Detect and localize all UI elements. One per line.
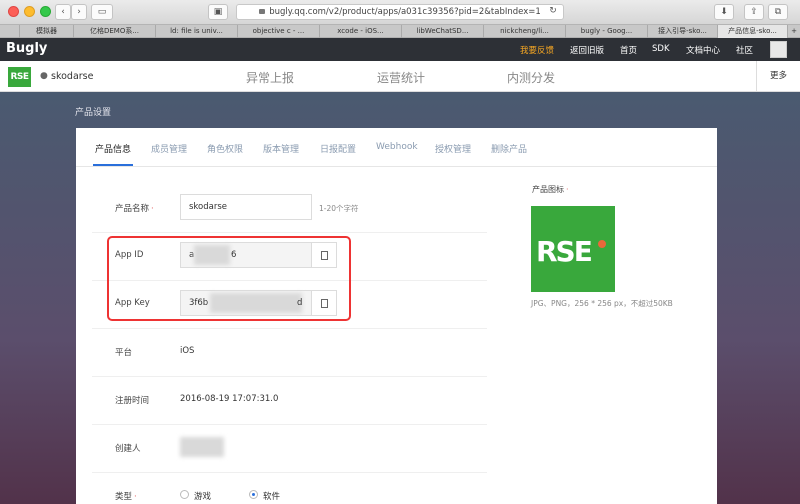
browser-tab[interactable]: 亿格DEMO系... bbox=[74, 25, 156, 38]
required-mark: · bbox=[566, 185, 569, 194]
type-label: 类型 · bbox=[115, 490, 137, 502]
type-label-text: 类型 bbox=[115, 492, 133, 502]
divider bbox=[92, 424, 487, 425]
tab-daily-report[interactable]: 日报配置 bbox=[320, 142, 356, 155]
plus-icon: + bbox=[791, 27, 797, 35]
community-link[interactable]: 社区 bbox=[736, 44, 753, 56]
bugly-top-nav: Bugly 我要反馈 返回旧版 首页 SDK 文档中心 社区 bbox=[0, 38, 800, 61]
tab-product-info[interactable]: 产品信息 bbox=[92, 142, 134, 166]
section-title: 产品设置 bbox=[75, 108, 112, 118]
type-option-game[interactable]: 游戏 bbox=[194, 490, 211, 502]
required-mark: · bbox=[134, 492, 137, 502]
minimize-window-button[interactable] bbox=[24, 6, 35, 17]
browser-tab-strip: 模拟器 亿格DEMO系... ld: file is univ... objec… bbox=[0, 24, 800, 38]
forward-button[interactable]: › bbox=[71, 4, 87, 20]
tab-overview-button[interactable]: ⧉ bbox=[768, 4, 788, 20]
tabs-icon: ⧉ bbox=[774, 7, 782, 17]
sidebar-toggle-button[interactable]: ▭ bbox=[91, 4, 113, 20]
tab-authorization[interactable]: 授权管理 bbox=[435, 142, 471, 155]
redaction-blur bbox=[180, 437, 224, 457]
type-radio-game[interactable] bbox=[180, 490, 189, 499]
creator-label: 创建人 bbox=[115, 444, 141, 454]
more-menu-button[interactable]: 更多 bbox=[756, 61, 800, 92]
tab-beta-distribution[interactable]: 内测分发 bbox=[507, 69, 555, 86]
logo-dot bbox=[598, 240, 606, 248]
product-icon-hint: JPG、PNG，256 * 256 px，不超过50KB bbox=[531, 299, 673, 308]
download-icon: ⬇ bbox=[720, 7, 728, 17]
home-link[interactable]: 首页 bbox=[620, 44, 637, 56]
divider bbox=[92, 232, 487, 233]
product-name-input[interactable]: skodarse bbox=[180, 194, 312, 220]
old-version-link[interactable]: 返回旧版 bbox=[570, 44, 604, 56]
reload-button[interactable]: ↻ bbox=[545, 4, 561, 20]
reload-icon: ↻ bbox=[549, 6, 557, 16]
sidebar-icon: ▭ bbox=[97, 7, 107, 17]
browser-titlebar: ‹ › ▭ ▣ bugly.qq.com/v2/product/apps/a03… bbox=[0, 0, 800, 24]
browser-tab[interactable]: bugly - Goog... bbox=[566, 25, 648, 38]
browser-tab-active[interactable]: 产品信息-sko... bbox=[718, 25, 788, 38]
type-radio-software[interactable] bbox=[249, 490, 258, 499]
bugly-logo[interactable]: Bugly bbox=[6, 41, 47, 56]
tab-delete-product[interactable]: 删除产品 bbox=[491, 142, 527, 155]
feedback-link[interactable]: 我要反馈 bbox=[520, 44, 554, 56]
type-option-software[interactable]: 软件 bbox=[263, 490, 280, 502]
back-button[interactable]: ‹ bbox=[55, 4, 71, 20]
reg-time-value: 2016-08-19 17:07:31.0 bbox=[180, 394, 279, 404]
product-icon-logo-text: RSE bbox=[536, 235, 593, 268]
annotation-highlight-box bbox=[107, 236, 351, 321]
docs-link[interactable]: 文档中心 bbox=[686, 44, 720, 56]
new-tab-button[interactable]: + bbox=[788, 25, 800, 38]
browser-tab[interactable]: 接入引导-sko... bbox=[648, 25, 718, 38]
app-logo[interactable]: RSE bbox=[8, 67, 31, 87]
app-logo-text: RSE bbox=[10, 72, 29, 82]
browser-tab[interactable]: nickcheng/li... bbox=[484, 25, 566, 38]
product-icon-image[interactable]: RSE bbox=[531, 206, 615, 292]
chevron-left-icon: ‹ bbox=[61, 7, 65, 17]
app-header: RSE ● skodarse 异常上报 运营统计 内测分发 更多 bbox=[0, 61, 800, 92]
share-button[interactable]: ⇪ bbox=[744, 4, 764, 20]
zoom-window-button[interactable] bbox=[40, 6, 51, 17]
downloads-button[interactable]: ⬇ bbox=[714, 4, 734, 20]
browser-tab[interactable] bbox=[0, 25, 20, 38]
required-mark: · bbox=[151, 204, 154, 214]
tab-version-management[interactable]: 版本管理 bbox=[263, 142, 299, 155]
tab-role-permissions[interactable]: 角色权限 bbox=[207, 142, 243, 155]
tab-member-management[interactable]: 成员管理 bbox=[151, 142, 187, 155]
tab-crash-report[interactable]: 异常上报 bbox=[246, 69, 294, 86]
url-text: bugly.qq.com/v2/product/apps/a031c39356?… bbox=[269, 7, 541, 17]
divider bbox=[92, 376, 487, 377]
avatar[interactable] bbox=[770, 41, 787, 58]
divider bbox=[92, 328, 487, 329]
tab-webhook[interactable]: Webhook bbox=[376, 142, 418, 152]
product-icon-label: 产品图标 · bbox=[532, 184, 569, 195]
chevron-right-icon: › bbox=[77, 7, 81, 17]
product-name-hint: 1-20个字符 bbox=[319, 204, 359, 213]
product-name-label-text: 产品名称 bbox=[115, 204, 150, 214]
product-icon-label-text: 产品图标 bbox=[532, 185, 564, 194]
product-name-label: 产品名称 · bbox=[115, 202, 154, 214]
reader-button[interactable]: ▣ bbox=[208, 4, 228, 20]
browser-tab[interactable]: 模拟器 bbox=[20, 25, 74, 38]
platform-value: iOS bbox=[180, 346, 195, 356]
browser-tab[interactable]: libWeChatSD... bbox=[402, 25, 484, 38]
browser-tab[interactable]: xcode - iOS... bbox=[320, 25, 402, 38]
tab-operation-stats[interactable]: 运营统计 bbox=[377, 69, 425, 86]
lock-icon bbox=[259, 9, 266, 14]
browser-tab[interactable]: objective c - ... bbox=[238, 25, 320, 38]
reg-time-label: 注册时间 bbox=[115, 396, 150, 406]
sdk-link[interactable]: SDK bbox=[652, 44, 670, 54]
platform-label: 平台 bbox=[115, 348, 133, 358]
browser-tab[interactable]: ld: file is univ... bbox=[156, 25, 238, 38]
close-window-button[interactable] bbox=[8, 6, 19, 17]
share-icon: ⇪ bbox=[750, 7, 758, 17]
address-bar[interactable]: bugly.qq.com/v2/product/apps/a031c39356?… bbox=[236, 4, 564, 20]
reader-icon: ▣ bbox=[213, 7, 223, 17]
app-name[interactable]: skodarse bbox=[51, 71, 93, 82]
divider bbox=[92, 472, 487, 473]
settings-tabs: 产品信息 成员管理 角色权限 版本管理 日报配置 Webhook 授权管理 删除… bbox=[76, 128, 717, 167]
apple-icon: ● bbox=[40, 71, 48, 81]
